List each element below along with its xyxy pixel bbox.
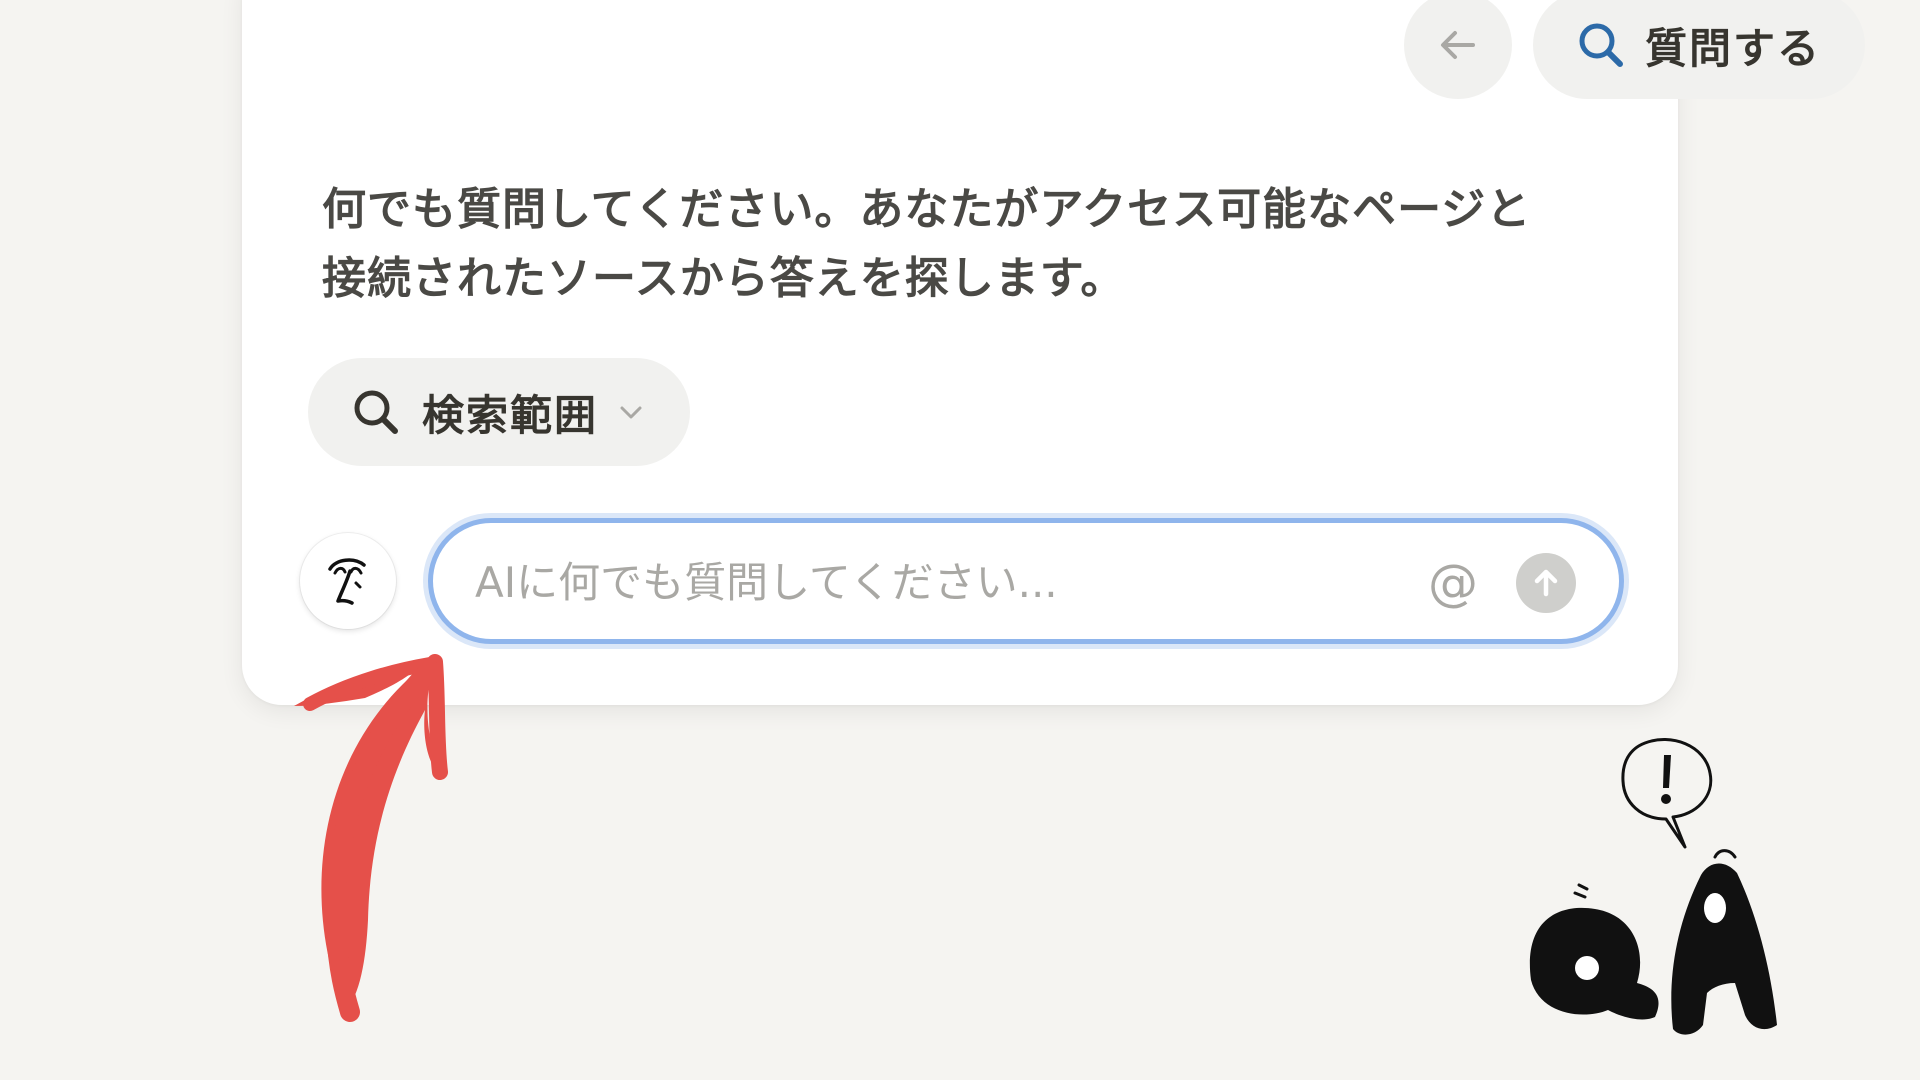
search-scope-label: 検索範囲	[422, 390, 599, 440]
search-scope-dropdown[interactable]: 検索範囲	[308, 358, 690, 466]
ask-button[interactable]: 質問する	[1533, 0, 1865, 99]
chat-input-box: @	[428, 518, 1624, 644]
intro-line-2: 接続されたソースから答えを探します。	[322, 253, 1126, 304]
chat-input[interactable]	[473, 545, 1357, 619]
ai-face-icon	[328, 558, 366, 605]
chevron-down-icon	[620, 406, 642, 419]
ask-button-label: 質問する	[1645, 23, 1822, 73]
mention-button[interactable]: @	[1421, 551, 1485, 615]
red-pointer-arrow	[294, 654, 448, 1022]
search-icon	[1579, 23, 1623, 67]
search-icon	[354, 390, 398, 434]
intro-text: 何でも質問してください。あなたがアクセス可能なページと 接続されたソースから答え…	[322, 175, 1622, 313]
arrow-up-icon	[1534, 569, 1558, 597]
qa-exclamation-illustration	[1529, 738, 1777, 1035]
send-button[interactable]	[1516, 553, 1576, 613]
avatar	[300, 533, 396, 629]
arrow-left-icon	[1441, 31, 1475, 59]
back-button[interactable]	[1404, 0, 1512, 99]
intro-line-1: 何でも質問してください。あなたがアクセス可能なページと	[322, 184, 1532, 235]
